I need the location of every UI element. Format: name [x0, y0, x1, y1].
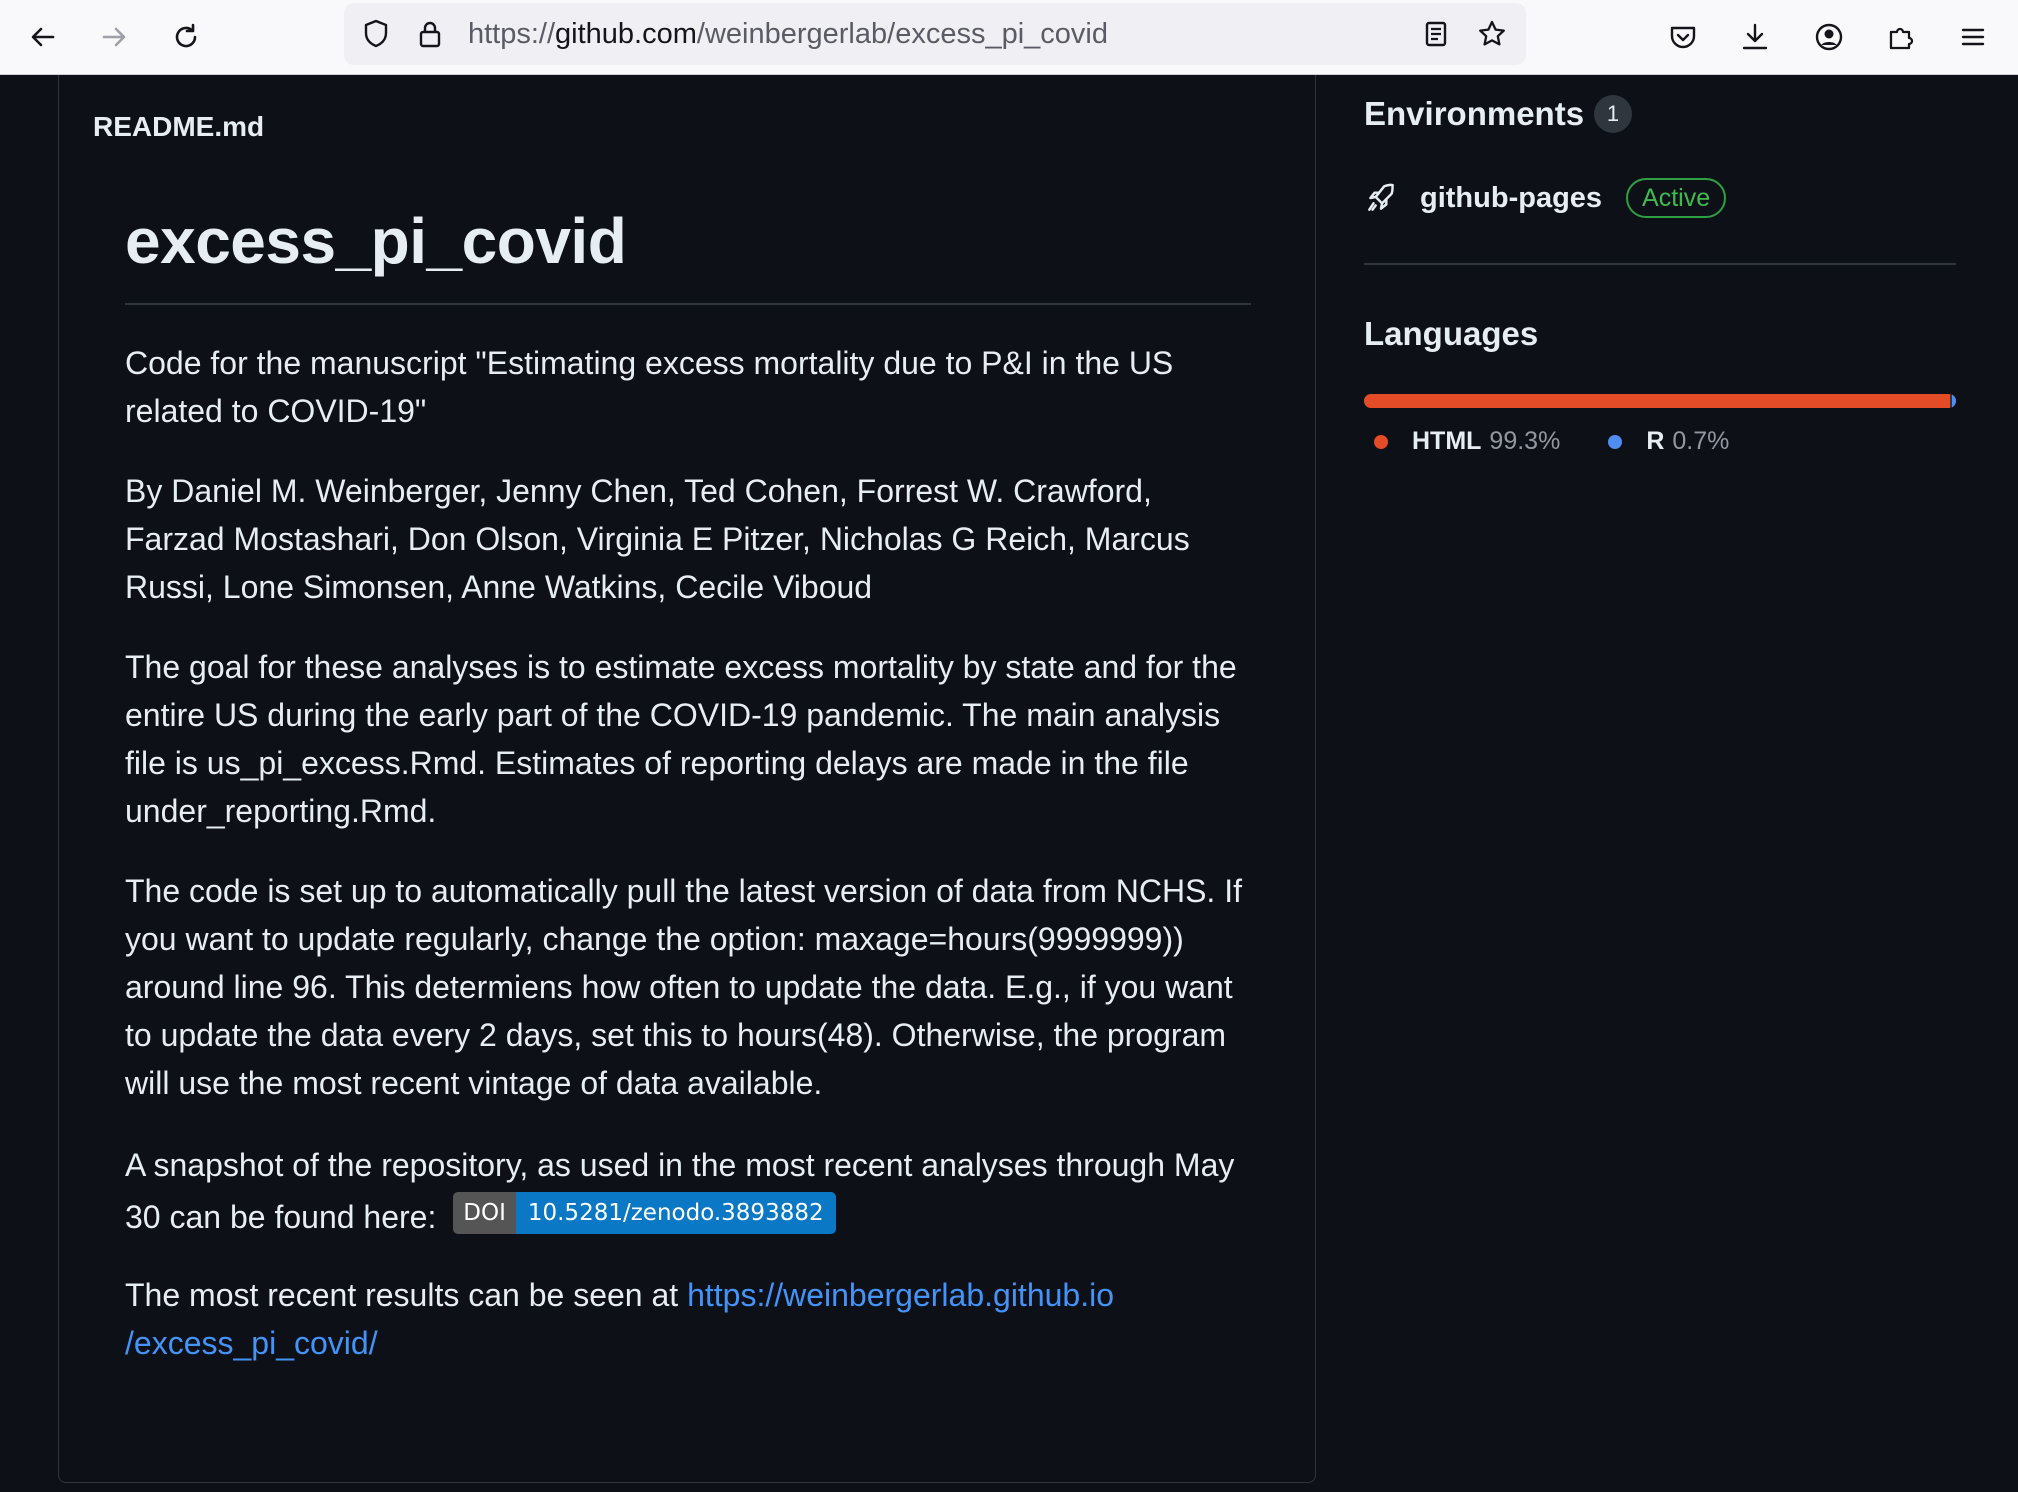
results-link-part2: /excess_pi_covid/	[125, 1324, 378, 1361]
language-item-r[interactable]: R 0.7%	[1608, 427, 1729, 456]
back-arrow-icon	[31, 27, 55, 47]
environments-heading[interactable]: Environments 1	[1364, 95, 1633, 133]
puzzle-icon	[1889, 27, 1914, 50]
account-icon	[1815, 23, 1843, 51]
forward-button[interactable]	[91, 14, 137, 60]
readme-title: excess_pi_covid	[125, 205, 627, 277]
language-percent: 99.3%	[1489, 427, 1561, 455]
language-bar-segment-r[interactable]	[1951, 394, 1956, 408]
language-color-dot	[1374, 434, 1388, 449]
languages-legend: HTML 99.3% R 0.7%	[1374, 427, 1777, 456]
browser-toolbar: https://github.com/weinbergerlab/excess_…	[0, 0, 2018, 75]
environment-status-badge: Active	[1626, 178, 1727, 218]
pocket-button[interactable]	[1660, 14, 1706, 60]
language-name: HTML	[1412, 427, 1482, 455]
readme-paragraph-snapshot: A snapshot of the repository, as used in…	[125, 1139, 1251, 1243]
shield-icon[interactable]	[360, 18, 392, 50]
hamburger-icon	[1961, 28, 1985, 46]
language-bar-segment-html[interactable]	[1364, 394, 1950, 408]
pocket-icon	[1670, 26, 1696, 49]
environment-item[interactable]: github-pages Active	[1364, 173, 1727, 223]
extensions-button[interactable]	[1878, 14, 1924, 60]
doi-badge[interactable]: DOI 10.5281/zenodo.3893882	[453, 1192, 836, 1235]
reload-icon	[175, 23, 197, 48]
environments-counter: 1	[1594, 95, 1633, 133]
language-item-html[interactable]: HTML 99.3%	[1374, 427, 1560, 456]
readme-paragraph-manuscript: Code for the manuscript "Estimating exce…	[125, 344, 1174, 429]
doi-badge-label: DOI	[453, 1192, 516, 1235]
language-percent: 0.7%	[1672, 427, 1730, 455]
language-color-dot	[1608, 434, 1623, 449]
bookmark-star-icon[interactable]	[1476, 18, 1508, 50]
url-bar[interactable]: https://github.com/weinbergerlab/excess_…	[344, 3, 1526, 65]
menu-button[interactable]	[1950, 14, 1996, 60]
reader-view-icon[interactable]	[1420, 18, 1452, 50]
rocket-icon	[1368, 183, 1394, 211]
readme-paragraph-authors: By Daniel M. Weinberger, Jenny Chen, Ted…	[125, 472, 1190, 605]
readme-paragraph-goal: The goal for these analyses is to estima…	[125, 648, 1237, 829]
back-button[interactable]	[20, 14, 66, 60]
sidebar-divider	[1364, 263, 1956, 265]
results-link-part1: https://weinbergerlab.github.io	[687, 1276, 1114, 1313]
environments-heading-label: Environments	[1364, 95, 1585, 132]
readme-box: README.md excess_pi_covid Code for the m…	[58, 75, 1316, 1483]
readme-filename[interactable]: README.md	[93, 111, 264, 143]
url-text[interactable]: https://github.com/weinbergerlab/excess_…	[468, 3, 1108, 65]
lock-icon[interactable]	[414, 18, 446, 50]
url-host: github.com	[555, 18, 697, 50]
url-scheme: https://	[468, 18, 556, 50]
doi-badge-value: 10.5281/zenodo.3893882	[515, 1192, 836, 1235]
forward-arrow-icon	[102, 27, 126, 47]
download-icon	[1742, 23, 1768, 50]
readme-paragraph-results: The most recent results can be seen at h…	[125, 1271, 1251, 1367]
languages-bar	[1364, 394, 1956, 408]
account-button[interactable]	[1806, 14, 1852, 60]
results-text: The most recent results can be seen at	[125, 1276, 679, 1313]
reload-button[interactable]	[163, 14, 209, 60]
readme-paragraph-code: The code is set up to automatically pull…	[125, 872, 1242, 1101]
language-name: R	[1646, 427, 1665, 455]
languages-heading: Languages	[1364, 315, 1539, 352]
environment-name[interactable]: github-pages	[1420, 182, 1602, 215]
url-path: /weinbergerlab/excess_pi_covid	[696, 18, 1108, 50]
title-divider	[125, 303, 1251, 305]
downloads-button[interactable]	[1732, 14, 1778, 60]
readme-body: excess_pi_covid Code for the manuscript …	[125, 209, 1251, 1367]
